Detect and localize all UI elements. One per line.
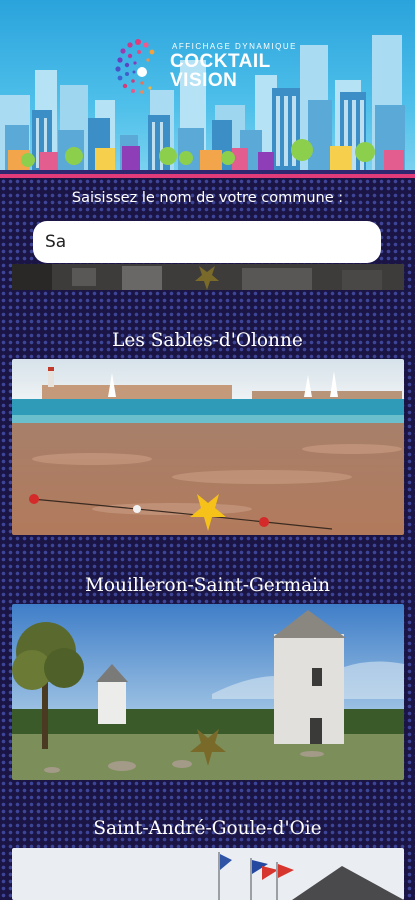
- search-prompt: Saisissez le nom de votre commune :: [71, 190, 344, 206]
- logo-name-line1: COCKTAIL: [170, 51, 271, 72]
- city-photo-flags: [12, 848, 404, 900]
- logo-dots-icon: [115, 39, 155, 94]
- logo-tagline: AFFICHAGE DYNAMIQUE: [172, 42, 297, 51]
- city-photo-partial: [12, 264, 404, 290]
- city-name[interactable]: Saint-André-Goule-d'Oie: [0, 818, 415, 839]
- commune-search-input[interactable]: Sa: [33, 221, 381, 263]
- logo-name: COCKTAIL VISION: [170, 52, 271, 90]
- city-card[interactable]: [12, 359, 404, 535]
- logo-name-line2: VISION: [170, 70, 238, 91]
- city-name[interactable]: Mouilleron-Saint-Germain: [0, 575, 415, 596]
- cocktail-vision-logo: AFFICHAGE DYNAMIQUE COCKTAIL VISION: [112, 36, 312, 102]
- search-input-value: Sa: [45, 232, 67, 252]
- city-name[interactable]: Les Sables-d'Olonne: [0, 330, 415, 351]
- city-photo-windmills: [12, 604, 404, 780]
- city-card[interactable]: [12, 604, 404, 780]
- city-card[interactable]: [12, 848, 404, 900]
- app-header: AFFICHAGE DYNAMIQUE COCKTAIL VISION: [0, 0, 415, 178]
- city-photo-beach: [12, 359, 404, 535]
- city-card-partial[interactable]: [12, 264, 404, 290]
